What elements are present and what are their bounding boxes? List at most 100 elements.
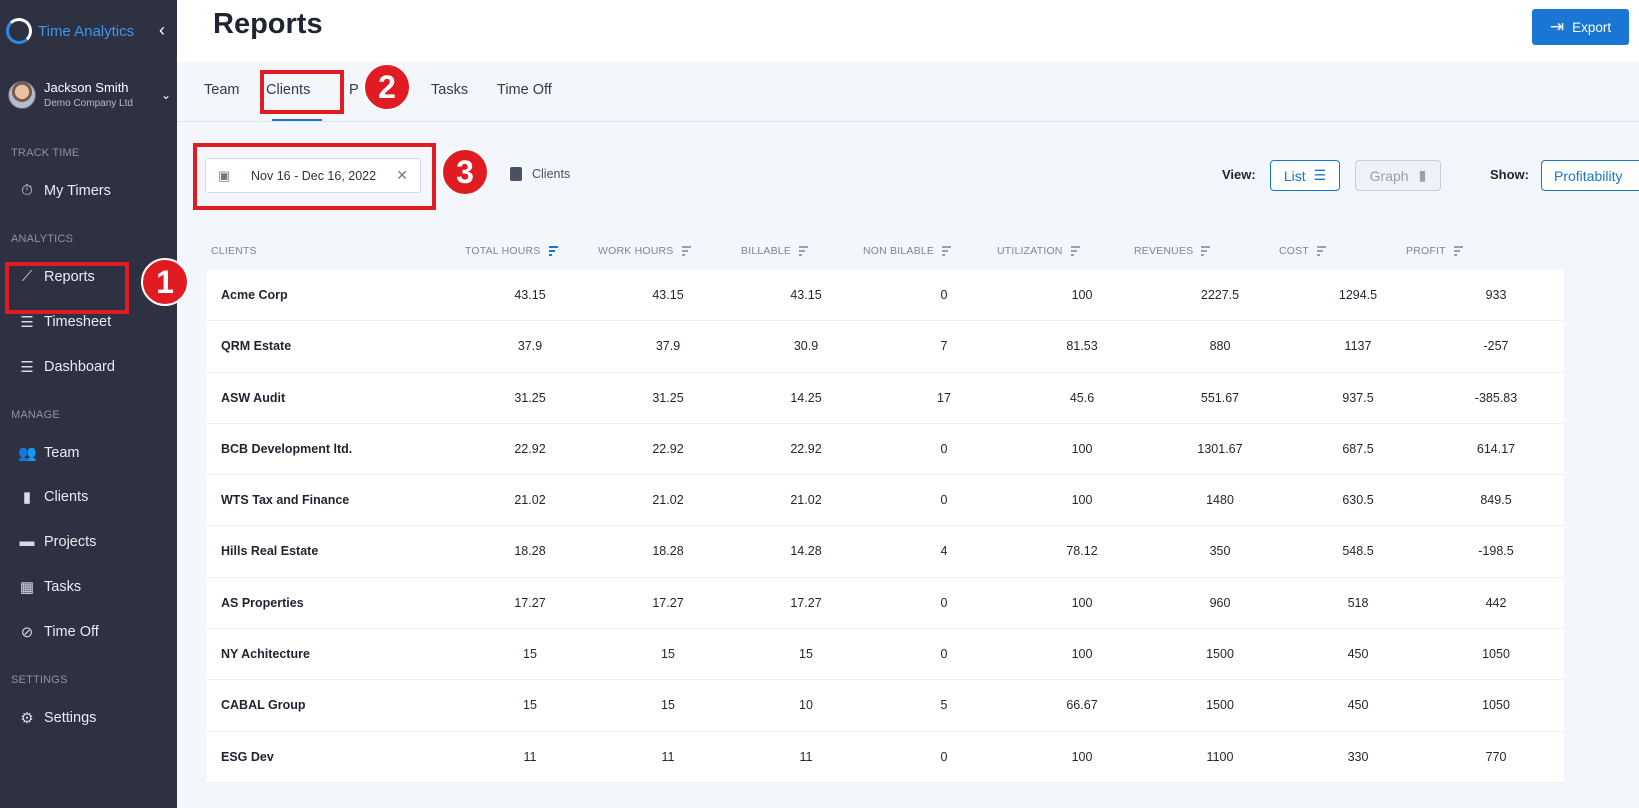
annotation-box-date-range bbox=[193, 143, 436, 210]
table-row[interactable]: ESG Dev 11 11 11 0 100 1100 330 770 bbox=[207, 732, 1564, 783]
table-header: CLIENTS TOTAL HOURS WORK HOURS BILLABLE … bbox=[207, 241, 1567, 261]
table-cell: 100 bbox=[1071, 288, 1093, 302]
table-row[interactable]: QRM Estate 37.9 37.9 30.9 7 81.53 880 1137 -257 bbox=[207, 321, 1564, 373]
table-cell: 770 bbox=[1485, 749, 1507, 764]
sort-icon[interactable] bbox=[548, 246, 558, 256]
table-cell: 1050 bbox=[1482, 698, 1510, 713]
export-button[interactable]: ⇥ Export bbox=[1532, 9, 1629, 45]
sidebar-item-timesheet[interactable]: ☰ Timesheet bbox=[18, 313, 111, 331]
column-label: WORK HOURS bbox=[598, 245, 674, 257]
table-cell: 22.92 bbox=[790, 441, 822, 456]
sidebar-item-settings[interactable]: ⚙ Settings bbox=[18, 709, 96, 727]
sidebar-item-label: Dashboard bbox=[44, 359, 115, 375]
table-row[interactable]: BCB Development ltd. 22.92 22.92 22.92 0 100 1… bbox=[207, 424, 1564, 476]
annotation-box-clients-tab bbox=[260, 70, 344, 114]
header: Reports ⇥ Export bbox=[177, 0, 1639, 62]
sort-icon[interactable] bbox=[1070, 246, 1080, 256]
tab-projects[interactable]: P bbox=[349, 82, 359, 98]
table-row[interactable]: AS Properties 17.27 17.27 17.27 0 100 960 518 44… bbox=[207, 578, 1564, 630]
app-name: Time Analytics bbox=[38, 22, 135, 40]
page-title: Reports bbox=[213, 8, 323, 40]
table-cell: 22.92 bbox=[514, 441, 546, 456]
table-cell: 37.9 bbox=[655, 339, 681, 354]
table-body: Acme Corp 43.15 43.15 43.15 0 100 2227.5 1294.5… bbox=[207, 270, 1564, 783]
column-header-total-hours[interactable]: TOTAL HOURS bbox=[465, 245, 558, 257]
sidebar-item-time-off[interactable]: ⊘ Time Off bbox=[18, 623, 99, 641]
list-view-button[interactable]: List ☰ bbox=[1270, 160, 1340, 191]
table-row[interactable]: NY Achitecture 15 15 15 0 100 1500 450 1050 bbox=[207, 629, 1564, 681]
sort-icon[interactable] bbox=[681, 246, 691, 256]
client-name: Hills Real Estate bbox=[221, 544, 319, 559]
table-row[interactable]: ASW Audit 31.25 31.25 14.25 17 45.6 551.67 937.… bbox=[207, 373, 1564, 424]
table-cell: 15 bbox=[661, 698, 675, 713]
tab-tasks[interactable]: Tasks bbox=[431, 82, 468, 98]
table-cell: -198.5 bbox=[1478, 544, 1514, 559]
sidebar-item-team[interactable]: 👥 Team bbox=[18, 444, 79, 462]
view-label: View: bbox=[1222, 167, 1256, 182]
table-cell: 18.28 bbox=[652, 544, 684, 559]
table-row[interactable]: WTS Tax and Finance 21.02 21.02 21.02 0 100 14… bbox=[207, 475, 1564, 527]
timer-off-icon: ⊘ bbox=[20, 624, 34, 641]
table-cell: 350 bbox=[1209, 544, 1231, 559]
table-cell: 21.02 bbox=[514, 493, 546, 508]
table-cell: 17 bbox=[937, 390, 951, 405]
table-cell: 14.25 bbox=[790, 390, 822, 405]
column-header-profit[interactable]: PROFIT bbox=[1406, 245, 1463, 257]
show-value: Profitability bbox=[1554, 167, 1623, 184]
table-cell: 15 bbox=[523, 698, 537, 713]
table-cell: 100 bbox=[1071, 441, 1093, 456]
table-cell: 21.02 bbox=[790, 493, 822, 508]
client-name: ASW Audit bbox=[221, 390, 286, 405]
sort-icon[interactable] bbox=[799, 246, 809, 256]
column-header-billable[interactable]: BILLABLE bbox=[741, 245, 809, 257]
sort-icon[interactable] bbox=[1453, 246, 1463, 256]
column-header-revenues[interactable]: REVENUES bbox=[1134, 245, 1211, 257]
table-cell: 78.12 bbox=[1066, 544, 1098, 559]
table-row[interactable]: Acme Corp 43.15 43.15 43.15 0 100 2227.5 1294.5… bbox=[207, 270, 1564, 322]
chevron-left-icon[interactable]: ‹ bbox=[159, 20, 165, 41]
annotation-badge-1: 1 bbox=[141, 258, 189, 306]
sidebar-item-tasks[interactable]: ▦ Tasks bbox=[18, 578, 81, 596]
sidebar-item-label: Settings bbox=[44, 710, 97, 726]
group-by-clients[interactable]: Clients bbox=[510, 167, 570, 181]
column-header-work-hours[interactable]: WORK HOURS bbox=[598, 245, 691, 257]
column-header-cost[interactable]: COST bbox=[1279, 245, 1326, 257]
table-cell: 1480 bbox=[1206, 493, 1234, 508]
tab-time-off[interactable]: Time Off bbox=[497, 82, 552, 98]
client-name: QRM Estate bbox=[221, 339, 292, 354]
sidebar-item-projects[interactable]: ▬ Projects bbox=[18, 533, 97, 550]
table-cell: 2227.5 bbox=[1200, 288, 1240, 302]
sort-icon[interactable] bbox=[1316, 246, 1326, 256]
table-row[interactable]: Hills Real Estate 18.28 18.28 14.28 4 78.12 35… bbox=[207, 526, 1564, 578]
user-menu[interactable]: Jackson Smith Demo Company Ltd ⌄ bbox=[8, 80, 173, 109]
sidebar-item-dashboard[interactable]: ☰ Dashboard bbox=[18, 358, 115, 376]
chevron-down-icon[interactable]: ⌄ bbox=[161, 88, 171, 102]
sort-icon[interactable] bbox=[1201, 246, 1211, 256]
gear-icon: ⚙ bbox=[20, 710, 34, 727]
table-cell: 0 bbox=[940, 749, 948, 764]
table-cell: 43.15 bbox=[790, 288, 822, 302]
table-cell: 0 bbox=[940, 493, 948, 508]
sidebar-item-label: Time Off bbox=[44, 624, 99, 640]
graph-view-button[interactable]: Graph ▮ bbox=[1355, 160, 1441, 191]
table-cell: 687.5 bbox=[1342, 441, 1374, 456]
table-cell: 11 bbox=[523, 749, 537, 764]
table-cell: 43.15 bbox=[514, 288, 546, 302]
column-header-utilization[interactable]: UTILIZATION bbox=[997, 245, 1080, 257]
sort-icon[interactable] bbox=[942, 246, 952, 256]
sidebar-item-my-timers[interactable]: ⏱ My Timers bbox=[18, 182, 111, 199]
column-header-non-billable[interactable]: NON BILABLE bbox=[863, 245, 952, 257]
column-label: REVENUES bbox=[1134, 245, 1194, 257]
show-profitability-button[interactable]: Profitability bbox=[1541, 160, 1639, 191]
table-row[interactable]: CABAL Group 15 15 10 5 66.67 1500 450 1050 bbox=[207, 680, 1564, 732]
brand[interactable]: Time Analytics bbox=[6, 18, 134, 44]
graph-view-label: Graph bbox=[1369, 167, 1409, 184]
sidebar-item-label: Clients bbox=[44, 489, 89, 505]
annotation-box-reports bbox=[5, 262, 129, 314]
sidebar-item-clients[interactable]: ▮ Clients bbox=[18, 488, 88, 506]
list-check-icon: ☰ bbox=[20, 314, 34, 331]
table-cell: 1294.5 bbox=[1338, 288, 1378, 302]
column-header-clients[interactable]: CLIENTS bbox=[211, 245, 257, 257]
tab-team[interactable]: Team bbox=[204, 82, 239, 98]
table-cell: 450 bbox=[1347, 647, 1369, 662]
